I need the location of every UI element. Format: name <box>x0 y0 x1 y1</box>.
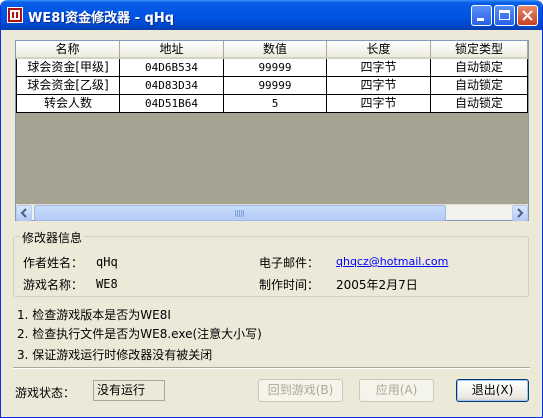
cell-name: 球会资金[甲级] <box>16 59 120 77</box>
minimize-icon <box>477 18 484 21</box>
cell-address: 04D51B64 <box>120 95 224 113</box>
scrollbar-thumb[interactable] <box>34 205 446 221</box>
email-link[interactable]: qhqcz@hotmail.com <box>336 255 448 268</box>
back-to-game-button[interactable]: 回到游戏(B) <box>258 379 343 402</box>
exit-button[interactable]: 退出(X) <box>456 379 529 402</box>
cell-value: 5 <box>224 95 327 113</box>
horizontal-scrollbar[interactable] <box>16 204 528 221</box>
cell-length: 四字节 <box>327 59 431 77</box>
note-1: 1. 检查游戏版本是否为WE8I <box>17 308 171 322</box>
table-header: 名称 地址 数值 长度 锁定类型 <box>16 41 528 59</box>
divider <box>13 367 530 369</box>
column-header-address[interactable]: 地址 <box>120 41 224 59</box>
cell-address: 04D83D34 <box>120 77 224 95</box>
cell-length: 四字节 <box>327 77 431 95</box>
close-icon <box>522 10 533 21</box>
cell-length: 四字节 <box>327 95 431 113</box>
maximize-button[interactable] <box>494 5 515 26</box>
minimize-button[interactable] <box>471 5 492 26</box>
cell-lock-type: 自动锁定 <box>431 77 528 95</box>
cell-name: 球会资金[乙级] <box>16 77 120 95</box>
group-title: 修改器信息 <box>20 229 85 246</box>
column-header-name[interactable]: 名称 <box>16 41 120 59</box>
game-value: WE8 <box>96 277 118 291</box>
note-3: 3. 保证游戏运行时修改器没有被关闭 <box>17 348 213 362</box>
cell-name: 转会人数 <box>16 95 120 113</box>
author-value: qHq <box>96 255 118 269</box>
title-bar[interactable]: WE8I资金修改器 - qHq <box>1 0 542 30</box>
status-label: 游戏状态： <box>15 386 76 400</box>
cell-address: 04D6B534 <box>120 59 224 77</box>
close-button[interactable] <box>517 5 538 26</box>
date-value: 2005年2月7日 <box>336 278 418 292</box>
main-window: WE8I资金修改器 - qHq 名称 地址 数值 长度 锁定类型 球会资金[甲级… <box>0 0 543 418</box>
scroll-right-button[interactable] <box>512 205 528 221</box>
date-label: 制作时间： <box>259 278 320 292</box>
table-body: 球会资金[甲级] 04D6B534 99999 四字节 自动锁定 球会资金[乙级… <box>16 59 528 113</box>
memory-table[interactable]: 名称 地址 数值 长度 锁定类型 球会资金[甲级] 04D6B534 99999… <box>15 40 529 221</box>
cell-lock-type: 自动锁定 <box>431 59 528 77</box>
cell-value: 99999 <box>224 77 327 95</box>
table-row[interactable]: 球会资金[甲级] 04D6B534 99999 四字节 自动锁定 <box>16 59 528 77</box>
column-header-lock-type[interactable]: 锁定类型 <box>431 41 528 59</box>
author-label: 作者姓名： <box>23 256 84 270</box>
scroll-left-button[interactable] <box>16 205 32 221</box>
chevron-right-icon <box>517 208 524 218</box>
cell-value: 99999 <box>224 59 327 77</box>
email-label: 电子邮件： <box>259 256 320 270</box>
table-row[interactable]: 转会人数 04D51B64 5 四字节 自动锁定 <box>16 95 528 113</box>
grip-icon <box>235 210 245 217</box>
app-icon <box>7 7 23 23</box>
status-value: 没有运行 <box>93 380 165 401</box>
apply-button[interactable]: 应用(A) <box>359 379 434 402</box>
column-header-value[interactable]: 数值 <box>224 41 327 59</box>
cell-lock-type: 自动锁定 <box>431 95 528 113</box>
maximize-icon <box>499 10 510 20</box>
window-title: WE8I资金修改器 - qHq <box>28 11 175 26</box>
column-header-length[interactable]: 长度 <box>327 41 431 59</box>
game-label: 游戏名称： <box>23 278 84 292</box>
table-row[interactable]: 球会资金[乙级] 04D83D34 99999 四字节 自动锁定 <box>16 77 528 95</box>
note-2: 2. 检查执行文件是否为WE8.exe(注意大小写) <box>17 327 262 341</box>
chevron-left-icon <box>20 208 27 218</box>
